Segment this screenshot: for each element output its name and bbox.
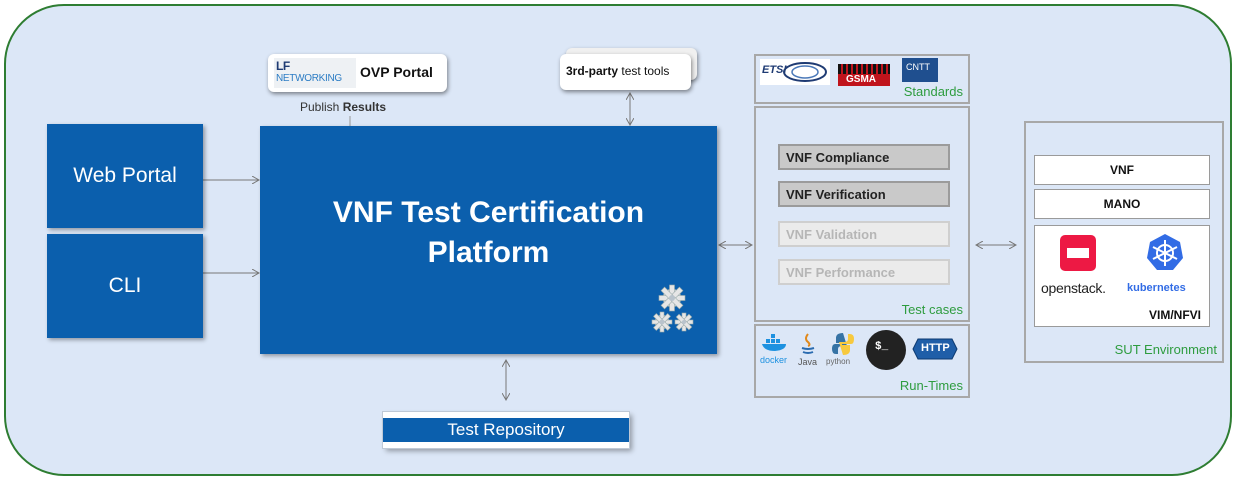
etsi-logo: ETSI [760,59,830,85]
sut-mano-box: MANO [1034,189,1210,219]
tools-bold-text: 3rd-party [566,64,619,78]
sut-vim-nfvi-box: openstack. kubernetes VIM/NFVI [1034,225,1210,327]
results-text: Results [342,100,387,114]
test-case-vnf-compliance: VNF Compliance [778,144,950,170]
test-case-vnf-validation: VNF Validation [778,221,950,247]
tools-rest-text: test tools [621,64,670,78]
vim-nfvi-label: VIM/NFVI [1148,308,1201,322]
sut-environment-label: SUT Environment [1114,342,1217,357]
java-logo: Java [798,332,820,372]
publish-text: Publish [300,100,340,114]
python-logo: python [826,332,860,372]
test-repository-label: Test Repository [447,420,565,439]
terminal-logo: $_ [866,330,906,370]
test-case-vnf-performance: VNF Performance [778,259,950,285]
kubernetes-icon [1147,234,1183,270]
web-portal-label: Web Portal [73,164,177,187]
standards-label: Standards [903,84,963,99]
cntt-logo: CNTT [902,58,938,82]
web-portal-box: Web Portal [47,124,203,228]
gsma-logo: GSMA [838,64,890,86]
lf-networking-logo: LF NETWORKING [274,58,356,88]
test-case-vnf-verification: VNF Verification [778,181,950,207]
sut-environment-panel: VNF MANO openstack. kubernetes VIM/NFVI … [1024,121,1224,363]
tools-card: 3rd-party test tools [560,54,691,90]
platform-title-line2: Platform [427,236,550,269]
openstack-icon [1060,235,1096,271]
openstack-label: openstack. [1041,280,1106,296]
ovp-portal-label: OVP Portal [360,64,433,80]
test-repository-box: Test Repository [383,412,629,448]
platform-box: VNF Test Certification Platform [260,126,717,354]
test-cases-label: Test cases [901,302,963,317]
cli-box: CLI [47,234,203,338]
runtimes-label: Run-Times [899,378,963,393]
publish-results-caption: Publish Results [300,100,386,114]
http-logo: HTTP [912,338,958,360]
docker-logo: docker [760,334,792,366]
kubernetes-label: kubernetes [1127,282,1186,294]
platform-title-line1: VNF Test Certification [332,195,645,229]
networking-text: NETWORKING [276,73,342,84]
cli-label: CLI [108,274,142,297]
gears-icon [651,284,694,333]
ovp-portal-card: LF NETWORKING OVP Portal [268,54,447,92]
standards-panel: ETSI GSMA CNTT Standards [754,54,970,104]
test-cases-panel: VNF Compliance VNF Verification VNF Vali… [754,106,970,322]
runtimes-panel: docker Java python $_ HTTP Run-Times [754,324,970,398]
lf-logo-text: LF [276,59,290,73]
sut-vnf-box: VNF [1034,155,1210,185]
tools-label: 3rd-party test tools [566,64,669,78]
